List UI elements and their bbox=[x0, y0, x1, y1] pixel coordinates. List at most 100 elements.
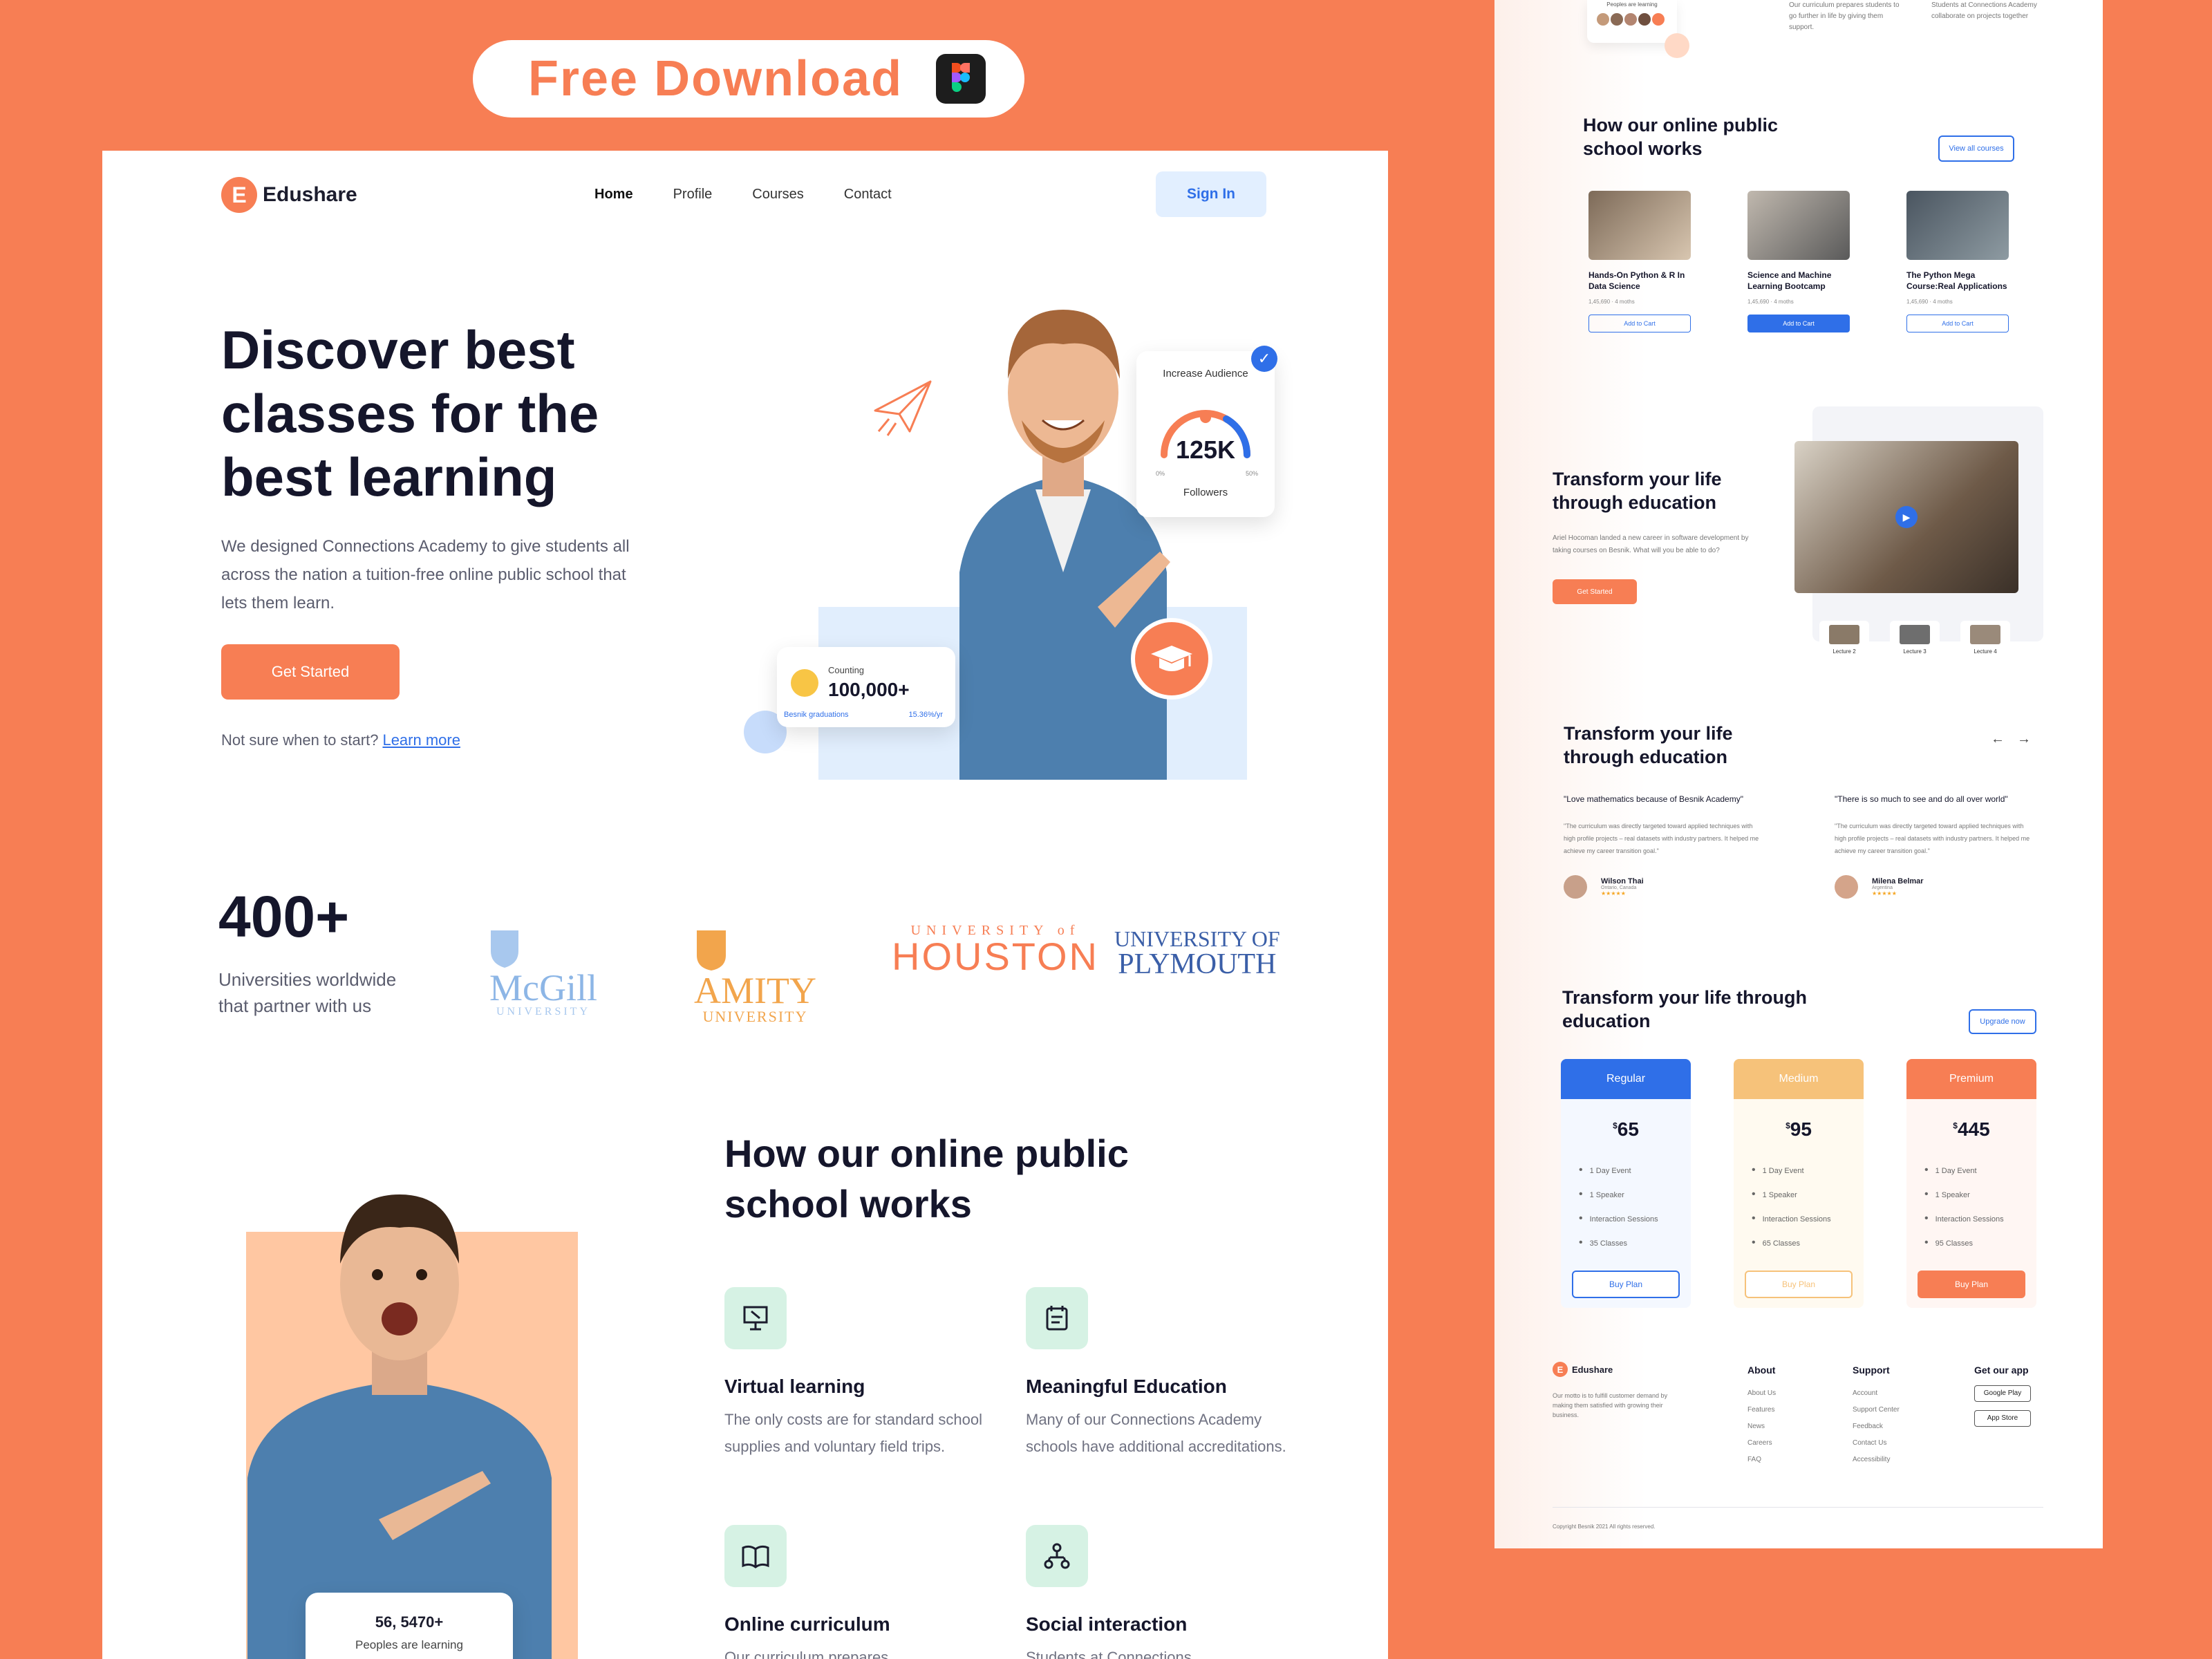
nav-contact[interactable]: Contact bbox=[844, 187, 892, 203]
footer-link[interactable]: News bbox=[1747, 1418, 1776, 1435]
arrow-right-icon[interactable]: → bbox=[2017, 731, 2031, 747]
footer-motto: Our motto is to fulfill customer demand … bbox=[1553, 1392, 1668, 1418]
plan-feature: 35 Classes bbox=[1579, 1231, 1691, 1255]
plan-feature: Interaction Sessions bbox=[1924, 1207, 2036, 1231]
footer-link[interactable]: Support Center bbox=[1853, 1402, 1900, 1418]
footer-link[interactable]: Accessibility bbox=[1853, 1452, 1900, 1468]
course-title: The Python Mega Course:Real Applications bbox=[1906, 270, 2007, 291]
preview-video-title: Transform your life through education bbox=[1553, 469, 1722, 513]
excited-student-photo bbox=[247, 1194, 552, 1659]
counting-card: Counting 100,000+ Besnik graduations 15.… bbox=[777, 647, 955, 727]
avatar bbox=[1835, 875, 1858, 899]
course-title: Science and Machine Learning Bootcamp bbox=[1747, 270, 1832, 291]
course-meta: 1,45,690 · 4 moths bbox=[1906, 299, 1953, 305]
add-to-cart-button[interactable]: Add to Cart bbox=[1747, 315, 1850, 332]
footer-link[interactable]: About Us bbox=[1747, 1385, 1776, 1402]
learners-value: 56, 5470+ bbox=[375, 1613, 444, 1631]
copyright: Copyright Besnik 2021 All rights reserve… bbox=[1553, 1524, 1656, 1530]
course-thumbnail bbox=[1747, 191, 1850, 260]
amity-sub: UNIVERSITY bbox=[702, 1008, 808, 1025]
plan-name: Regular bbox=[1561, 1059, 1691, 1099]
upgrade-now-button[interactable]: Upgrade now bbox=[1969, 1009, 2036, 1034]
learners-label: Peoples are learning bbox=[355, 1638, 463, 1651]
footer-link[interactable]: Careers bbox=[1747, 1435, 1776, 1452]
footer-brand[interactable]: E Edushare bbox=[1553, 1362, 1613, 1377]
preview-testimonials-title: Transform your life through education bbox=[1564, 723, 1733, 767]
preview-learners-card: Peoples are learning bbox=[1587, 0, 1677, 43]
feature-virtual-learning: Virtual learning The only costs are for … bbox=[724, 1287, 1001, 1460]
feature-online-curriculum: Online curriculum Our curriculum prepare… bbox=[724, 1525, 1001, 1659]
buy-plan-button[interactable]: Buy Plan bbox=[1745, 1271, 1853, 1298]
footer-brand-name: Edushare bbox=[1572, 1364, 1613, 1375]
testimonial-name: Milena Belmar bbox=[1872, 877, 1924, 885]
pricing-card-medium: Medium $95 1 Day Event 1 Speaker Interac… bbox=[1734, 1059, 1864, 1308]
google-play-button[interactable]: Google Play bbox=[1974, 1385, 2031, 1402]
hero-title: Discover best classes for the best learn… bbox=[221, 319, 599, 507]
nav-profile[interactable]: Profile bbox=[673, 187, 713, 203]
gauge-max: 50% bbox=[1245, 470, 1258, 477]
brand-logo[interactable]: E Edushare bbox=[221, 177, 357, 213]
course-card[interactable]: Hands-On Python & R In Data Science 1,45… bbox=[1588, 191, 1691, 357]
counting-rate: 15.36%/yr bbox=[908, 711, 943, 719]
preview-get-started-button[interactable]: Get Started bbox=[1553, 579, 1637, 604]
arrow-left-icon[interactable]: ← bbox=[1991, 731, 2005, 747]
footer-about-title: About bbox=[1747, 1365, 1776, 1376]
preview-learners-label: Peoples are learning bbox=[1606, 1, 1658, 8]
counting-footer: Besnik graduations bbox=[784, 711, 849, 719]
partner-text: Universities worldwide that partner with… bbox=[218, 969, 397, 1016]
lecture-item[interactable]: Lecture 3 bbox=[1890, 621, 1940, 664]
learners-bubble: 56, 5470+ Peoples are learning bbox=[306, 1593, 513, 1659]
testimonial-quote: "There is so much to see and do all over… bbox=[1835, 794, 2008, 804]
brand-name: Edushare bbox=[263, 183, 357, 206]
learn-more-link[interactable]: Learn more bbox=[382, 731, 460, 749]
preview-social-text: Students at Connections Academy collabor… bbox=[1931, 1, 2037, 20]
feature-desc: The only costs are for standard school s… bbox=[724, 1411, 982, 1455]
play-icon[interactable]: ▶ bbox=[1895, 506, 1918, 528]
audience-value: 125K bbox=[1175, 435, 1236, 464]
footer-link[interactable]: Features bbox=[1747, 1402, 1776, 1418]
preview-video-thumbnail[interactable]: ▶ bbox=[1794, 441, 2018, 593]
buy-plan-button[interactable]: Buy Plan bbox=[1918, 1271, 2025, 1298]
footer-link[interactable]: Account bbox=[1853, 1385, 1900, 1402]
nav-home[interactable]: Home bbox=[594, 187, 633, 203]
audience-card: Increase Audience 125K 0% 50% Followers bbox=[1136, 351, 1275, 517]
plan-name: Medium bbox=[1734, 1059, 1864, 1099]
learn-more-prefix: Not sure when to start? bbox=[221, 731, 379, 749]
feature-desc: Many of our Connections Academy schools … bbox=[1026, 1411, 1286, 1455]
plan-feature: 1 Speaker bbox=[1924, 1183, 2036, 1207]
testimonial-body: "The curriculum was directly targeted to… bbox=[1835, 823, 2030, 854]
view-all-courses-button[interactable]: View all courses bbox=[1938, 135, 2014, 162]
add-to-cart-button[interactable]: Add to Cart bbox=[1588, 315, 1691, 332]
counting-label: Counting bbox=[828, 665, 865, 675]
plan-feature: 1 Speaker bbox=[1752, 1183, 1864, 1207]
plan-feature: Interaction Sessions bbox=[1752, 1207, 1864, 1231]
buy-plan-button[interactable]: Buy Plan bbox=[1572, 1271, 1680, 1298]
sign-in-button[interactable]: Sign In bbox=[1156, 171, 1266, 217]
get-started-button[interactable]: Get Started bbox=[221, 644, 400, 700]
course-card[interactable]: The Python Mega Course:Real Applications… bbox=[1906, 191, 2009, 357]
hero-description: We designed Connections Academy to give … bbox=[221, 537, 630, 612]
footer-apps: Get our app Google Play App Store bbox=[1974, 1362, 2031, 1435]
houston-logo: UNIVERSITY of HOUSTON bbox=[892, 924, 1099, 976]
add-to-cart-button[interactable]: Add to Cart bbox=[1906, 315, 2009, 332]
footer-link[interactable]: FAQ bbox=[1747, 1452, 1776, 1468]
free-download-banner[interactable]: Free Download bbox=[473, 40, 1024, 118]
course-card[interactable]: Science and Machine Learning Bootcamp 1,… bbox=[1747, 191, 1850, 357]
trophy-icon bbox=[791, 669, 818, 697]
app-store-button[interactable]: App Store bbox=[1974, 1410, 2031, 1427]
feature-title: Online curriculum bbox=[724, 1613, 890, 1635]
footer-app-title: Get our app bbox=[1974, 1365, 2029, 1376]
learn-more-row: Not sure when to start? Learn more bbox=[221, 731, 460, 749]
partner-count: 400+ bbox=[218, 884, 350, 949]
check-icon: ✓ bbox=[1251, 346, 1277, 372]
nav-courses[interactable]: Courses bbox=[752, 187, 803, 203]
lecture-item[interactable]: Lecture 2 bbox=[1819, 621, 1869, 664]
footer-link[interactable]: Feedback bbox=[1853, 1418, 1900, 1435]
figma-icon bbox=[936, 54, 986, 104]
pricing-card-regular: Regular $65 1 Day Event 1 Speaker Intera… bbox=[1561, 1059, 1691, 1308]
amity-logo: AMITY UNIVERSITY bbox=[694, 928, 816, 1024]
testimonial-name: Wilson Thai bbox=[1601, 877, 1644, 885]
plan-feature: 1 Day Event bbox=[1752, 1159, 1864, 1183]
lecture-item[interactable]: Lecture 4 bbox=[1960, 621, 2010, 664]
footer-link[interactable]: Contact Us bbox=[1853, 1435, 1900, 1452]
